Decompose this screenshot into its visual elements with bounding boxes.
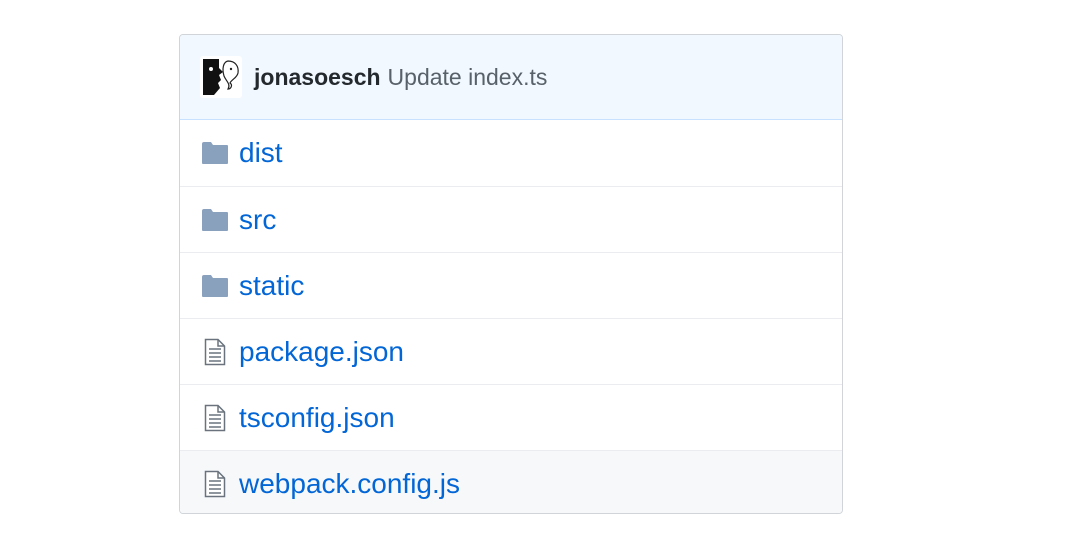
file-rows: dist src static package.json tsconfig.json we… (180, 120, 842, 513)
file-row[interactable]: static (180, 252, 842, 318)
latest-commit-header: jonasoesch Update index.ts (180, 35, 842, 120)
avatar[interactable] (200, 56, 242, 98)
commit-message[interactable]: Update index.ts (388, 64, 548, 90)
folder-icon (201, 139, 229, 167)
file-row[interactable]: src (180, 186, 842, 252)
file-text-icon (201, 470, 229, 498)
file-row[interactable]: tsconfig.json (180, 384, 842, 450)
commit-info: jonasoesch Update index.ts (254, 64, 547, 91)
folder-link[interactable]: dist (239, 137, 283, 169)
file-list-box: jonasoesch Update index.ts dist src static p… (179, 34, 843, 514)
file-row[interactable]: webpack.config.js (180, 450, 842, 513)
file-text-icon (201, 404, 229, 432)
file-link[interactable]: package.json (239, 336, 404, 368)
folder-icon (201, 272, 229, 300)
avatar-icon (200, 56, 242, 98)
file-row[interactable]: package.json (180, 318, 842, 384)
folder-link[interactable]: src (239, 204, 276, 236)
file-row[interactable]: dist (180, 120, 842, 186)
commit-author[interactable]: jonasoesch (254, 64, 381, 90)
folder-link[interactable]: static (239, 270, 304, 302)
file-link[interactable]: webpack.config.js (239, 468, 460, 500)
folder-icon (201, 206, 229, 234)
file-text-icon (201, 338, 229, 366)
file-link[interactable]: tsconfig.json (239, 402, 395, 434)
